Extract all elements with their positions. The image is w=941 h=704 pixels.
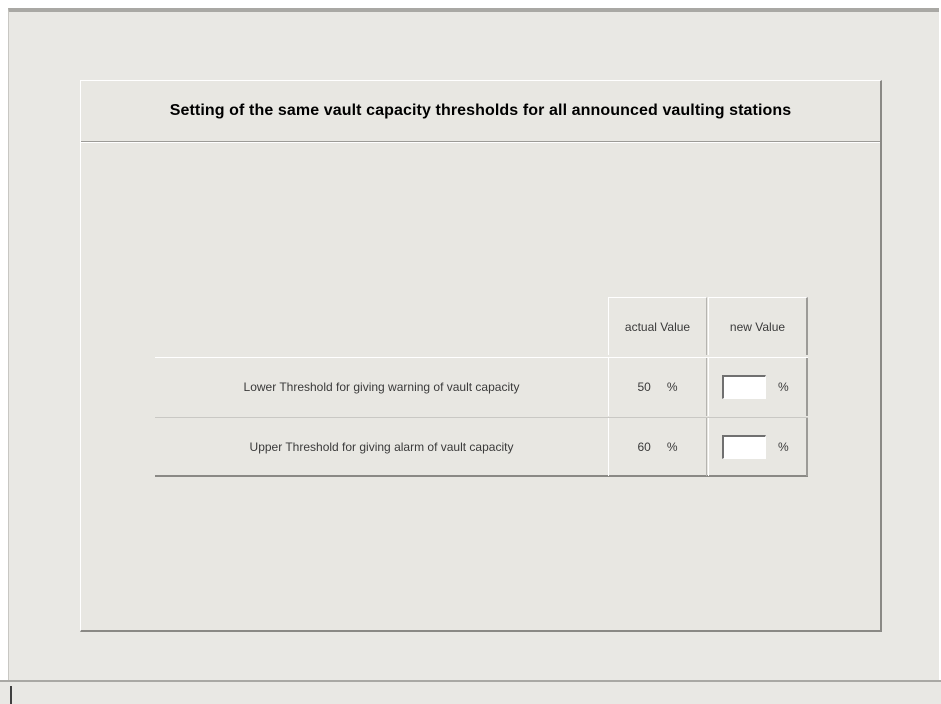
lower-threshold-actual-unit: % xyxy=(666,380,678,394)
main-window: Setting of the same vault capacity thres… xyxy=(8,8,939,680)
threshold-settings-panel: Setting of the same vault capacity thres… xyxy=(80,80,882,632)
text-cursor-mark xyxy=(10,686,12,704)
upper-threshold-new-unit: % xyxy=(778,440,789,454)
upper-threshold-new-cell: % xyxy=(708,418,808,476)
threshold-table: actual Value new Value Lower Threshold f… xyxy=(81,81,883,633)
table-row-upper-threshold: Upper Threshold for giving alarm of vaul… xyxy=(155,417,808,477)
upper-threshold-actual-value: 60 xyxy=(637,440,651,454)
upper-threshold-new-input[interactable] xyxy=(722,435,766,459)
column-header-new-value: new Value xyxy=(708,297,808,355)
upper-threshold-actual-cell: 60 % xyxy=(608,418,707,476)
lower-threshold-actual-value: 50 xyxy=(637,380,651,394)
upper-threshold-label: Upper Threshold for giving alarm of vaul… xyxy=(249,440,514,454)
upper-threshold-actual-unit: % xyxy=(666,440,678,454)
status-bar xyxy=(0,680,941,704)
lower-threshold-new-input[interactable] xyxy=(722,375,766,399)
lower-threshold-new-unit: % xyxy=(778,380,789,394)
lower-threshold-actual-cell: 50 % xyxy=(608,358,707,416)
column-header-actual-value: actual Value xyxy=(608,297,707,355)
table-row-lower-threshold: Lower Threshold for giving warning of va… xyxy=(155,357,808,417)
lower-threshold-label: Lower Threshold for giving warning of va… xyxy=(243,380,520,394)
lower-threshold-new-cell: % xyxy=(708,358,808,416)
